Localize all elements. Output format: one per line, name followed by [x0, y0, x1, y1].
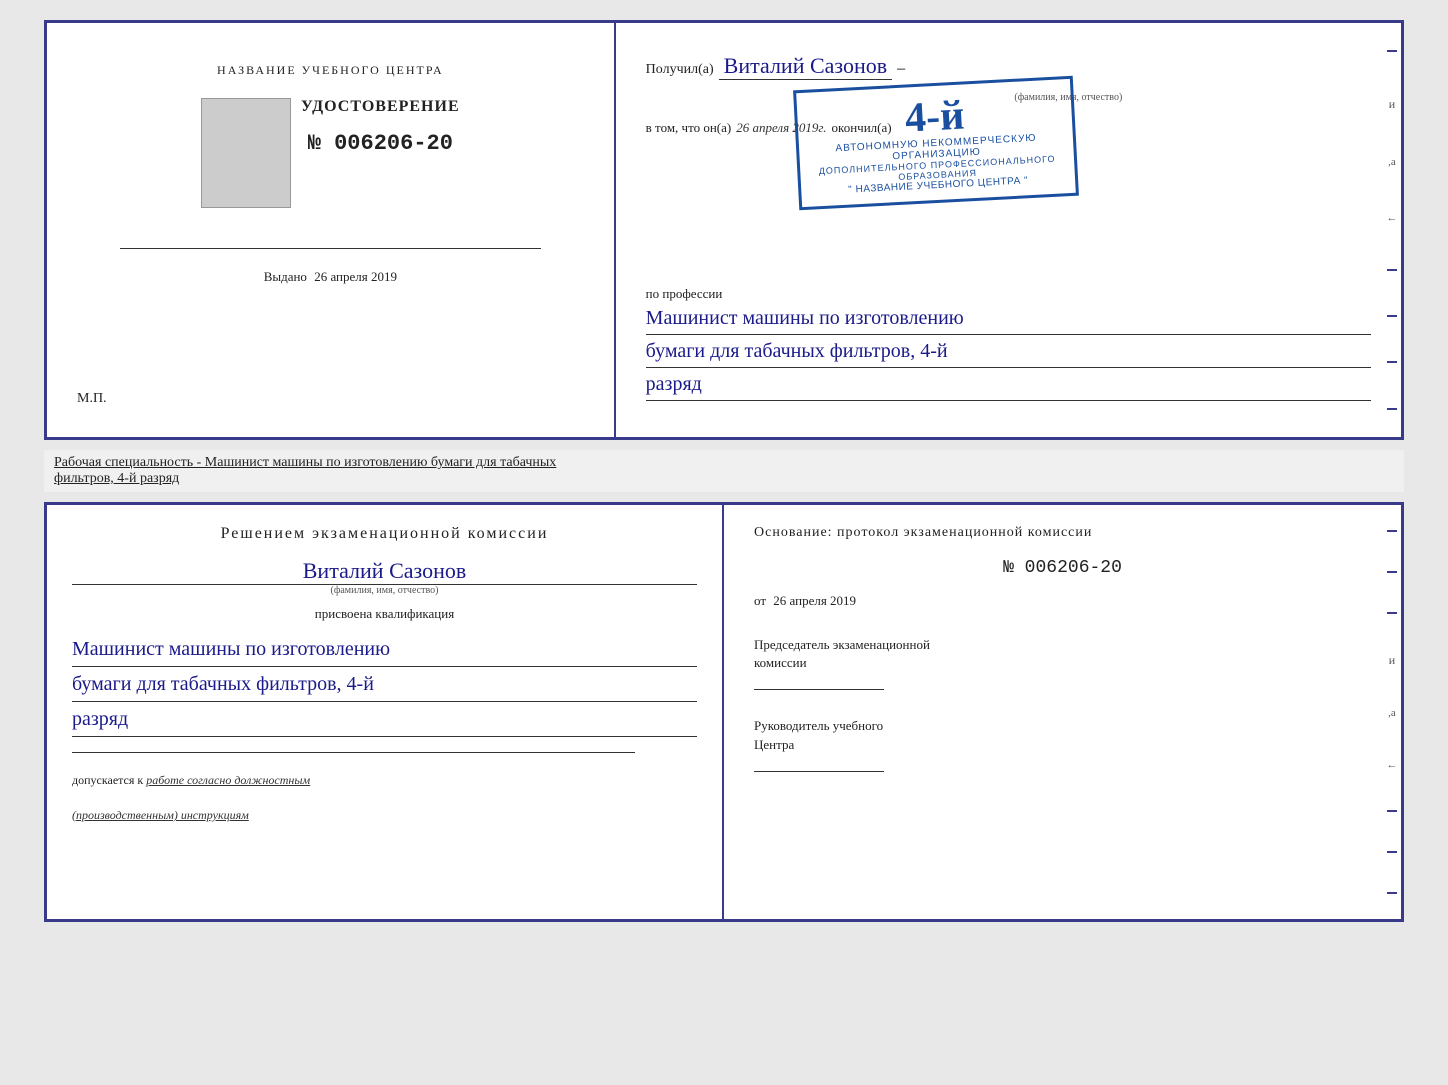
edge-mark-arrow: ←: [1386, 212, 1397, 224]
bedge-line-3: [1387, 612, 1397, 614]
issued-line: Выдано 26 апреля 2019: [264, 269, 397, 285]
bedge-mark-and: и: [1389, 653, 1395, 668]
rukovoditel-label: Руководитель учебного Центра: [754, 717, 1371, 753]
protocol-number: № 006206-20: [754, 558, 1371, 578]
specialty-label-line1: Рабочая специальность - Машинист машины …: [54, 455, 1394, 471]
photo-placeholder: [201, 98, 291, 208]
dopuskaetsya-line: допускается к работе согласно должностны…: [72, 773, 697, 788]
mp-label: М.П.: [67, 391, 107, 407]
edge-line-4: [1387, 361, 1397, 363]
dopuskaetsya-value1: работе согласно должностным: [146, 773, 310, 787]
specialty-label-line2: фильтров, 4-й разряд: [54, 471, 1394, 487]
profession-line3: разряд: [646, 368, 1371, 401]
right-edge-decoration: и ,а ←: [1383, 23, 1401, 437]
osnovanie-title: Основание: протокол экзаменационной коми…: [754, 525, 1371, 541]
predsedatel-signature-line: [754, 689, 884, 690]
dopuskaetsya-label: допускается к: [72, 773, 143, 787]
recipient-prefix: Получил(а): [646, 62, 714, 78]
bedge-line-6: [1387, 892, 1397, 894]
bottom-certificate: Решением экзаменационной комиссии Витали…: [44, 502, 1404, 922]
specialty-banner: Рабочая специальность - Машинист машины …: [44, 450, 1404, 492]
resheniem-title: Решением экзаменационной комиссии: [72, 525, 697, 543]
recipient-line: Получил(а) Виталий Сазонов –: [646, 53, 1371, 80]
cert-number-top: № 006206-20: [308, 131, 453, 156]
bottom-left-panel: Решением экзаменационной комиссии Витали…: [47, 505, 724, 919]
edge-line-1: [1387, 50, 1397, 52]
qualification-block: Машинист машины по изготовлению бумаги д…: [72, 632, 697, 737]
issued-label: Выдано: [264, 269, 307, 284]
recipient-dash: –: [897, 60, 905, 78]
bedge-line-5: [1387, 851, 1397, 853]
stamp-overlay: 4-й АВТОНОМНУЮ НЕКОММЕРЧЕСКУЮ ОРГАНИЗАЦИ…: [793, 76, 1079, 210]
edge-line-5: [1387, 408, 1397, 410]
stamp-rank: 4-й: [904, 94, 965, 139]
cert-left-panel: НАЗВАНИЕ УЧЕБНОГО ЦЕНТРА УДОСТОВЕРЕНИЕ №…: [47, 23, 616, 437]
dopuskaetsya-line2: (производственным) инструкциям: [72, 808, 697, 823]
profession-line1: Машинист машины по изготовлению: [646, 302, 1371, 335]
rukovoditel-signature-line: [754, 771, 884, 772]
po-professii-label: по профессии: [646, 286, 1371, 302]
specialty-text-prefix: Рабочая специальность - Машинист машины …: [54, 455, 556, 470]
qualification-line3: разряд: [72, 702, 697, 737]
predsedatel-text: Председатель экзаменационной комиссии: [754, 637, 930, 670]
edge-mark-ya: ,а: [1388, 156, 1396, 168]
document-container: НАЗВАНИЕ УЧЕБНОГО ЦЕНТРА УДОСТОВЕРЕНИЕ №…: [44, 20, 1404, 922]
edge-mark-and: и: [1389, 97, 1395, 112]
recipient-name-top: Виталий Сазонов: [719, 53, 892, 80]
bottom-right-panel: Основание: протокол экзаменационной коми…: [724, 505, 1401, 919]
cert-right-panel: Получил(а) Виталий Сазонов – (фамилия, и…: [616, 23, 1401, 437]
bedge-mark-ya: ,а: [1388, 707, 1396, 719]
protocol-date: 26 апреля 2019: [773, 593, 856, 608]
org-name-label-top: НАЗВАНИЕ УЧЕБНОГО ЦЕНТРА: [217, 63, 444, 78]
bottom-person-name: Виталий Сазонов: [72, 558, 697, 585]
predsedatel-label: Председатель экзаменационной комиссии: [754, 636, 1371, 672]
bottom-fio-hint: (фамилия, имя, отчество): [72, 585, 697, 596]
bedge-line-2: [1387, 571, 1397, 573]
qualification-line2: бумаги для табачных фильтров, 4-й: [72, 667, 697, 702]
edge-line-2: [1387, 269, 1397, 271]
specialty-text-suffix: фильтров, 4-й разряд: [54, 471, 179, 486]
issued-date: 26 апреля 2019: [314, 269, 397, 284]
edge-line-3: [1387, 315, 1397, 317]
vtom-label: в том, что он(а): [646, 120, 732, 136]
prisvoyena-label: присвоена квалификация: [72, 606, 697, 622]
protocol-date-line: от 26 апреля 2019: [754, 593, 1371, 609]
rukovoditel-text: Руководитель учебного Центра: [754, 718, 883, 751]
bedge-line-1: [1387, 530, 1397, 532]
top-certificate: НАЗВАНИЕ УЧЕБНОГО ЦЕНТРА УДОСТОВЕРЕНИЕ №…: [44, 20, 1404, 440]
qualification-line1: Машинист машины по изготовлению: [72, 632, 697, 667]
dopuskaetsya-value2: (производственным) инструкциям: [72, 808, 249, 822]
bottom-right-edge-decoration: и ,а ←: [1383, 505, 1401, 919]
bedge-line-4: [1387, 810, 1397, 812]
udostoverenie-title: УДОСТОВЕРЕНИЕ: [301, 98, 460, 116]
ot-label: от: [754, 593, 766, 608]
profession-line2: бумаги для табачных фильтров, 4-й: [646, 335, 1371, 368]
bedge-mark-arrow: ←: [1387, 759, 1398, 771]
